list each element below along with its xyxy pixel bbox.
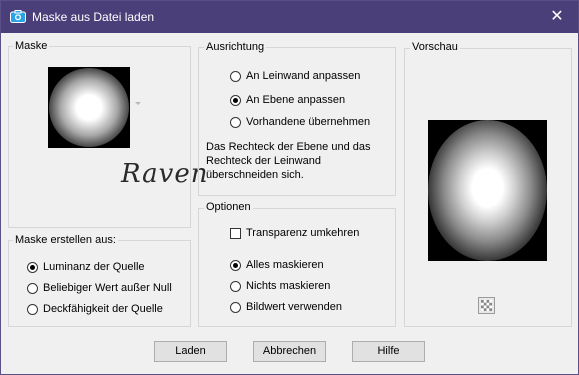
- alignment-group-label: Ausrichtung: [204, 41, 267, 54]
- preview-image: [428, 120, 547, 261]
- radio-circle: [27, 303, 38, 315]
- note-line: Rechteck der Leinwand: [206, 155, 321, 167]
- radio-label: An Leinwand anpassen: [246, 70, 361, 82]
- radio-circle: [230, 280, 241, 292]
- radio-circle: [27, 282, 38, 294]
- radio-label: An Ebene anpassen: [246, 94, 346, 106]
- radio-circle: [230, 94, 241, 106]
- note-line: Das Rechteck der Ebene und das: [206, 141, 371, 153]
- mask-thumbnail-gradient: [49, 68, 129, 147]
- radio-mask-all[interactable]: Alles maskieren: [230, 258, 324, 272]
- radio-label: Luminanz der Quelle: [43, 261, 145, 273]
- checkbox-box: [230, 227, 241, 239]
- load-button[interactable]: Laden: [154, 341, 227, 362]
- camera-icon: [10, 10, 26, 23]
- radio-label: Vorhandene übernehmen: [246, 116, 371, 128]
- title-bar[interactable]: Maske aus Datei laden ✕: [1, 1, 578, 33]
- mask-group-label: Maske: [13, 40, 50, 53]
- radio-label: Nichts maskieren: [246, 280, 331, 292]
- preview-gradient: [428, 120, 547, 261]
- radio-circle: [230, 70, 241, 82]
- radio-fit-layer[interactable]: An Ebene anpassen: [230, 93, 345, 107]
- close-button[interactable]: ✕: [546, 7, 568, 27]
- create-mask-group-label: Maske erstellen aus:: [13, 234, 118, 247]
- window-title: Maske aus Datei laden: [32, 10, 155, 24]
- mask-thumbnail[interactable]: [48, 67, 130, 148]
- radio-keep-existing[interactable]: Vorhandene übernehmen: [230, 115, 370, 129]
- cancel-button[interactable]: Abbrechen: [253, 341, 326, 362]
- radio-use-image-value[interactable]: Bildwert verwenden: [230, 300, 342, 314]
- alignment-note: Das Rechteck der Ebene und das Rechteck …: [206, 140, 371, 182]
- radio-label: Beliebiger Wert außer Null: [43, 282, 172, 294]
- radio-nonzero-value[interactable]: Beliebiger Wert außer Null: [27, 281, 172, 295]
- radio-circle: [230, 259, 241, 271]
- help-button[interactable]: Hilfe: [352, 341, 425, 362]
- dialog-window: Maske aus Datei laden ✕ Maske Raven Mask…: [0, 0, 579, 375]
- radio-circle: [230, 301, 241, 313]
- radio-circle: [27, 261, 38, 273]
- radio-mask-none[interactable]: Nichts maskieren: [230, 279, 330, 293]
- note-line: überschneiden sich.: [206, 169, 304, 181]
- close-icon: ✕: [550, 8, 564, 25]
- checkerboard-icon: [481, 300, 492, 311]
- radio-opacity[interactable]: Deckfähigkeit der Quelle: [27, 302, 163, 316]
- radio-luminance[interactable]: Luminanz der Quelle: [27, 260, 145, 274]
- mask-dropdown-arrow[interactable]: [135, 102, 141, 105]
- checkbox-label: Transparenz umkehren: [246, 227, 360, 239]
- radio-label: Alles maskieren: [246, 259, 324, 271]
- preview-toggle-button[interactable]: [478, 297, 495, 314]
- checkbox-invert-transparency[interactable]: Transparenz umkehren: [230, 226, 359, 240]
- watermark-signature: Raven: [121, 159, 209, 189]
- options-group-label: Optionen: [204, 201, 253, 214]
- radio-label: Deckfähigkeit der Quelle: [43, 303, 163, 315]
- preview-group-label: Vorschau: [410, 41, 460, 54]
- radio-circle: [230, 116, 241, 128]
- radio-fit-canvas[interactable]: An Leinwand anpassen: [230, 69, 360, 83]
- radio-label: Bildwert verwenden: [246, 301, 342, 313]
